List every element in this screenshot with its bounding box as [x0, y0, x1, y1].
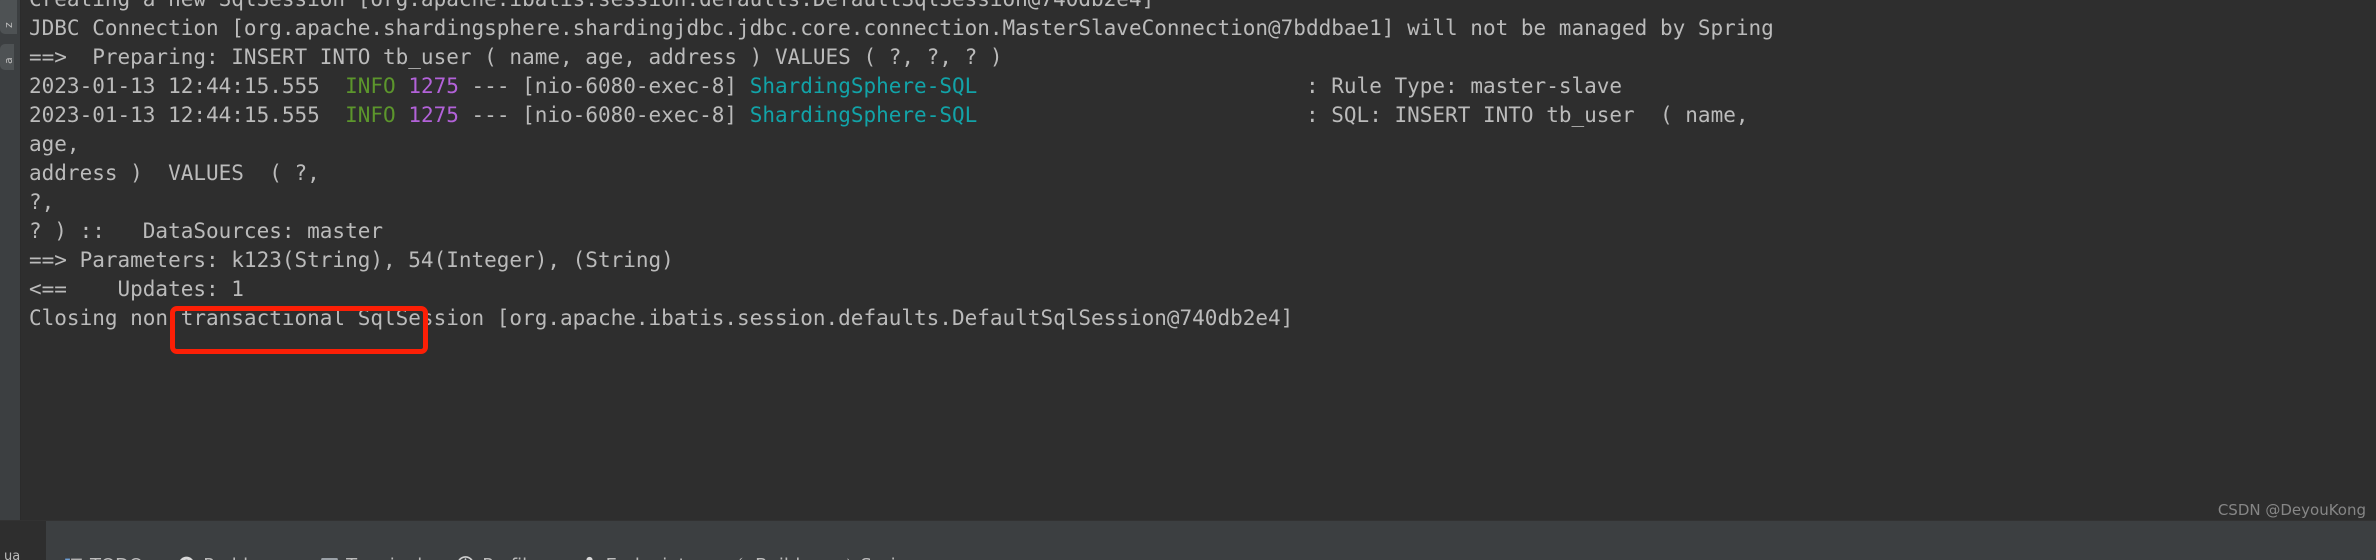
- log-segment: INFO: [345, 74, 396, 98]
- bottom-tab-spring[interactable]: Spring: [816, 535, 934, 560]
- log-segment: : Rule Type: master-slave: [977, 74, 1623, 98]
- todo-icon: [64, 555, 83, 560]
- line-clipped-top: Creating a new SqlSession [org.apache.ib…: [29, 0, 2376, 14]
- bottom-bar-tabs: TODOProblemsTerminalProfilerEndpointsBui…: [46, 535, 934, 560]
- build-icon: [729, 555, 748, 560]
- log-segment: ==> Parameters: k123(String), 54(Integer…: [29, 248, 674, 272]
- line-age: age,: [29, 130, 2376, 159]
- log-segment: --- [nio-6080-exec-8]: [458, 74, 750, 98]
- bottom-bar-left-stub: ua: [0, 521, 46, 560]
- rail-tab-top[interactable]: z: [0, 0, 17, 34]
- bottom-tool-window-bar: ua TODOProblemsTerminalProfilerEndpoints…: [0, 520, 2376, 560]
- problems-icon: [177, 555, 196, 560]
- log-segment: [396, 103, 409, 127]
- console-log-lines: Creating a new SqlSession [org.apache.ib…: [29, 0, 2376, 333]
- log-segment: 2023-01-13 12:44:15.555: [29, 74, 346, 98]
- line-parameters: ==> Parameters: k123(String), 54(Integer…: [29, 246, 2376, 275]
- ide-console-window: z a Creating a new SqlSession [org.apach…: [0, 0, 2376, 560]
- console-output-panel[interactable]: Creating a new SqlSession [org.apache.ib…: [21, 0, 2376, 521]
- log-segment: age,: [29, 132, 80, 156]
- log-segment: ShardingSphere-SQL: [749, 103, 978, 127]
- bottom-tab-build[interactable]: Build: [711, 535, 816, 560]
- rail-tab-second[interactable]: a: [0, 44, 14, 70]
- log-segment: 2023-01-13 12:44:15.555: [29, 103, 346, 127]
- bottom-tab-terminal[interactable]: Terminal: [302, 535, 438, 560]
- log-segment: ? ) :: DataSources: master: [29, 219, 384, 243]
- line-question-mark: ?,: [29, 188, 2376, 217]
- log-segment: ?,: [29, 190, 55, 214]
- log-segment: <== Updates: 1: [29, 277, 244, 301]
- line-updates: <== Updates: 1: [29, 275, 2376, 304]
- bottom-tab-profiler[interactable]: Profiler: [438, 535, 561, 560]
- line-datasources: ? ) :: DataSources: master: [29, 217, 2376, 246]
- terminal-icon: [320, 555, 339, 560]
- log-segment: Creating a new SqlSession [org.apache.ib…: [29, 0, 1154, 11]
- log-segment: Closing non transactional SqlSession [or…: [29, 306, 1294, 330]
- log-segment: address ) VALUES ( ?,: [29, 161, 320, 185]
- bottom-tab-problems[interactable]: Problems: [159, 535, 302, 560]
- spring-icon: [834, 555, 853, 560]
- bottom-tab-endpoints[interactable]: Endpoints: [562, 535, 712, 560]
- log-segment: [396, 74, 409, 98]
- log-segment: ShardingSphere-SQL: [749, 74, 978, 98]
- line-info-sql: 2023-01-13 12:44:15.555 INFO 1275 --- [n…: [29, 101, 2376, 130]
- bottom-bar-stub-label: ua: [4, 549, 21, 560]
- line-closing-session: Closing non transactional SqlSession [or…: [29, 304, 2376, 333]
- line-info-rule-type: 2023-01-13 12:44:15.555 INFO 1275 --- [n…: [29, 72, 2376, 101]
- line-jdbc-connection: JDBC Connection [org.apache.shardingsphe…: [29, 14, 2376, 43]
- profiler-icon: [456, 555, 475, 560]
- bottom-tab-todo[interactable]: TODO: [46, 535, 159, 560]
- left-tool-rail[interactable]: z a: [0, 0, 21, 521]
- line-address-values: address ) VALUES ( ?,: [29, 159, 2376, 188]
- log-segment: : SQL: INSERT INTO tb_user ( name,: [977, 103, 1749, 127]
- log-segment: ==> Preparing: INSERT INTO tb_user ( nam…: [29, 45, 1003, 69]
- line-preparing: ==> Preparing: INSERT INTO tb_user ( nam…: [29, 43, 2376, 72]
- log-segment: 1275: [408, 103, 459, 127]
- log-segment: --- [nio-6080-exec-8]: [458, 103, 750, 127]
- watermark-text: CSDN @DeyouKong: [2217, 501, 2366, 519]
- endpoints-icon: [580, 555, 599, 560]
- log-segment: 1275: [408, 74, 459, 98]
- log-segment: INFO: [345, 103, 396, 127]
- console-main-row: z a Creating a new SqlSession [org.apach…: [0, 0, 2376, 521]
- log-segment: JDBC Connection [org.apache.shardingsphe…: [29, 16, 1774, 40]
